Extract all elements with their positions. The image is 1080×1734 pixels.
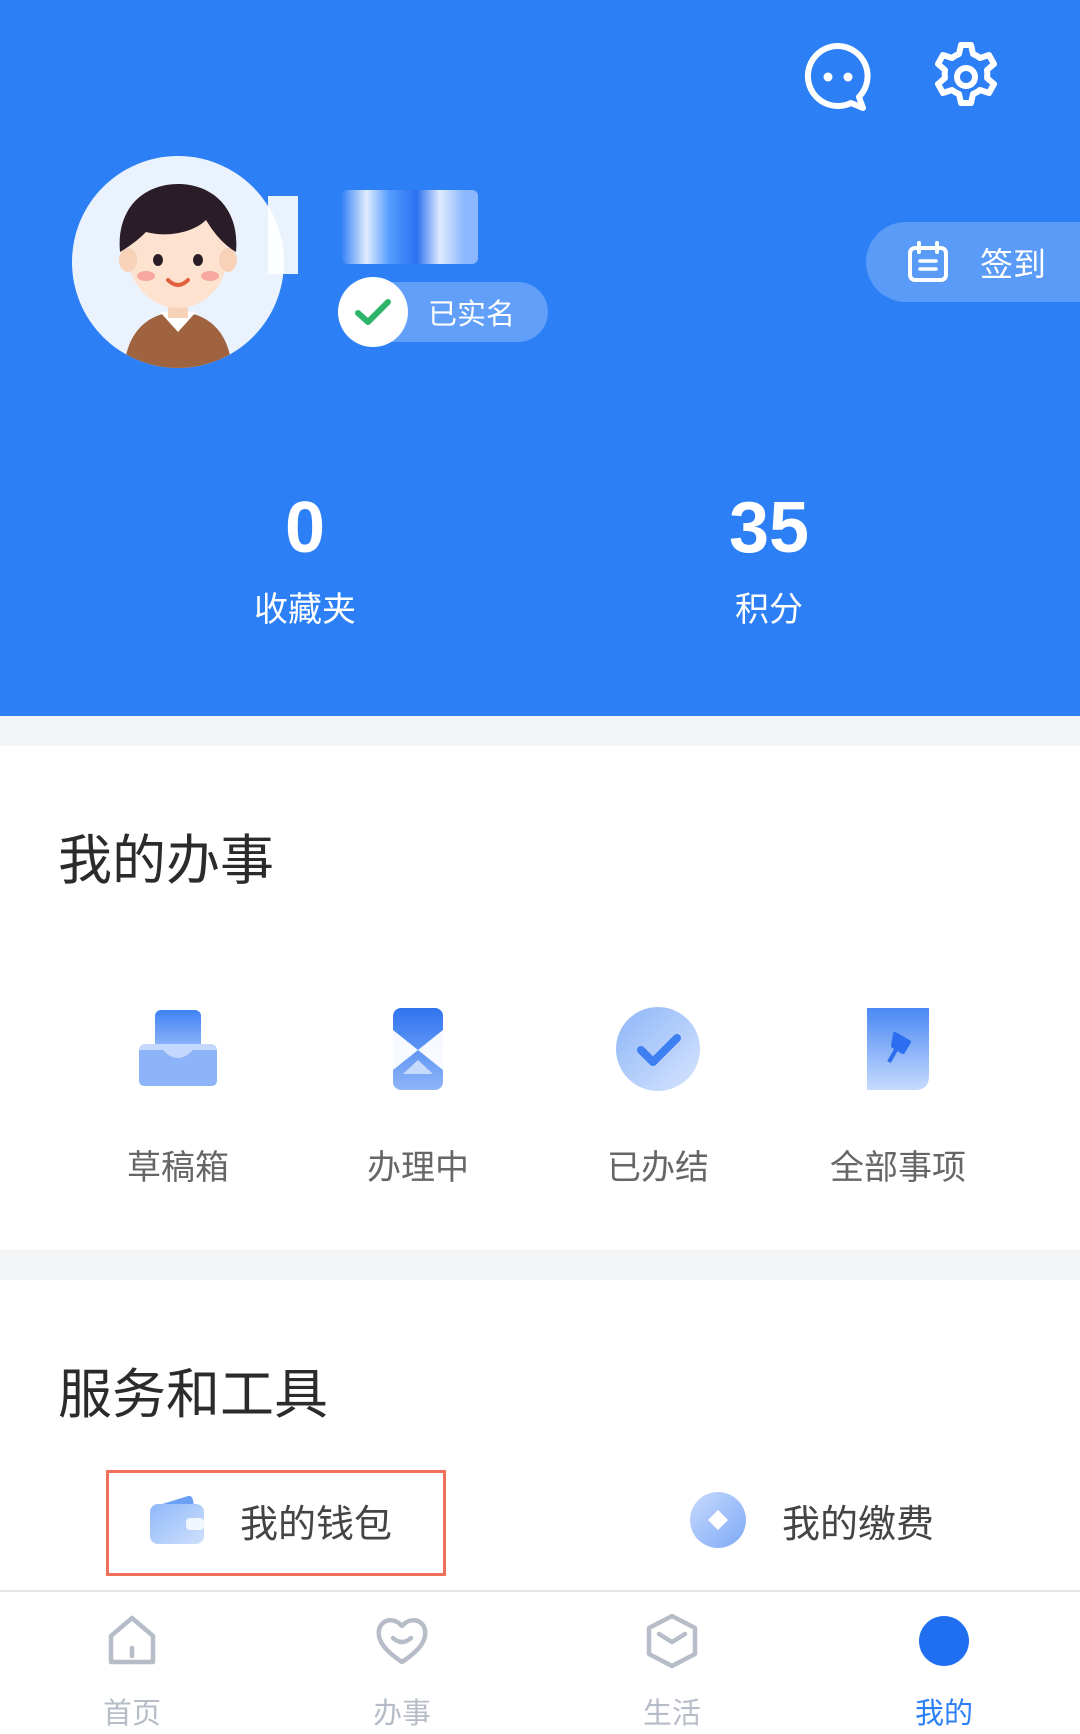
- points-count: 35: [728, 488, 810, 568]
- username-redacted: [342, 190, 478, 264]
- tools-title: 服务和工具: [58, 1363, 328, 1426]
- profile-header: 已实名 签到 0 收藏夹 35 积分: [0, 0, 1080, 716]
- document-pin-icon: [867, 1008, 929, 1090]
- avatar[interactable]: [72, 156, 284, 368]
- profile-dot-icon: [919, 1616, 969, 1666]
- favorites-label: 收藏夹: [254, 590, 356, 630]
- signin-label: 签到: [980, 245, 1046, 284]
- tab-mine[interactable]: 我的: [874, 1592, 1014, 1734]
- section-divider: [0, 716, 1080, 746]
- tab-life[interactable]: 生活: [602, 1592, 742, 1734]
- hourglass-icon: [393, 1008, 443, 1090]
- favorites-count: 0: [284, 488, 326, 568]
- verified-label: 已实名: [428, 297, 516, 331]
- my-tasks-title: 我的办事: [58, 829, 274, 892]
- task-draft-label: 草稿箱: [127, 1148, 229, 1188]
- task-in-progress-label: 办理中: [367, 1148, 469, 1188]
- tab-services-label: 办事: [372, 1696, 431, 1730]
- draft-box-icon: [139, 1010, 217, 1086]
- points-label: 积分: [735, 590, 803, 630]
- signin-button[interactable]: 签到: [866, 222, 1080, 302]
- check-circle-icon: [616, 1007, 700, 1091]
- tab-mine-label: 我的: [914, 1696, 973, 1730]
- task-all-items[interactable]: 全部事项: [798, 1004, 998, 1189]
- tab-life-label: 生活: [642, 1696, 701, 1730]
- box-icon: [646, 1613, 698, 1669]
- section-divider: [0, 1250, 1080, 1280]
- payment-item[interactable]: 我的缴费: [688, 1470, 934, 1570]
- payment-icon: [690, 1492, 746, 1548]
- bottom-tab-bar: 首页 办事 生活 我的: [0, 1590, 1080, 1734]
- message-icon[interactable]: [801, 40, 875, 114]
- task-completed-label: 已办结: [607, 1148, 709, 1188]
- tab-home[interactable]: 首页: [62, 1592, 202, 1734]
- payment-label: 我的缴费: [782, 1501, 935, 1546]
- favorites-stat[interactable]: 0 收藏夹: [155, 486, 455, 631]
- wallet-item[interactable]: 我的钱包: [148, 1470, 392, 1570]
- task-in-progress[interactable]: 办理中: [318, 1004, 518, 1189]
- verified-badge: 已实名: [338, 277, 548, 347]
- gear-icon[interactable]: [929, 40, 1003, 114]
- wallet-icon: [150, 1495, 204, 1544]
- calendar-icon: [908, 241, 948, 282]
- avatar-illustration: [119, 184, 237, 368]
- tab-home-label: 首页: [102, 1696, 161, 1730]
- tab-services[interactable]: 办事: [332, 1592, 472, 1734]
- points-stat[interactable]: 35 积分: [619, 486, 919, 631]
- task-completed[interactable]: 已办结: [558, 1004, 758, 1189]
- task-draft[interactable]: 草稿箱: [78, 1004, 278, 1189]
- heart-icon: [376, 1617, 428, 1665]
- home-icon: [108, 1615, 156, 1665]
- wallet-label: 我的钱包: [240, 1501, 393, 1546]
- task-all-items-label: 全部事项: [830, 1148, 966, 1188]
- username-redacted-edge: [268, 196, 298, 274]
- check-icon: [338, 277, 408, 347]
